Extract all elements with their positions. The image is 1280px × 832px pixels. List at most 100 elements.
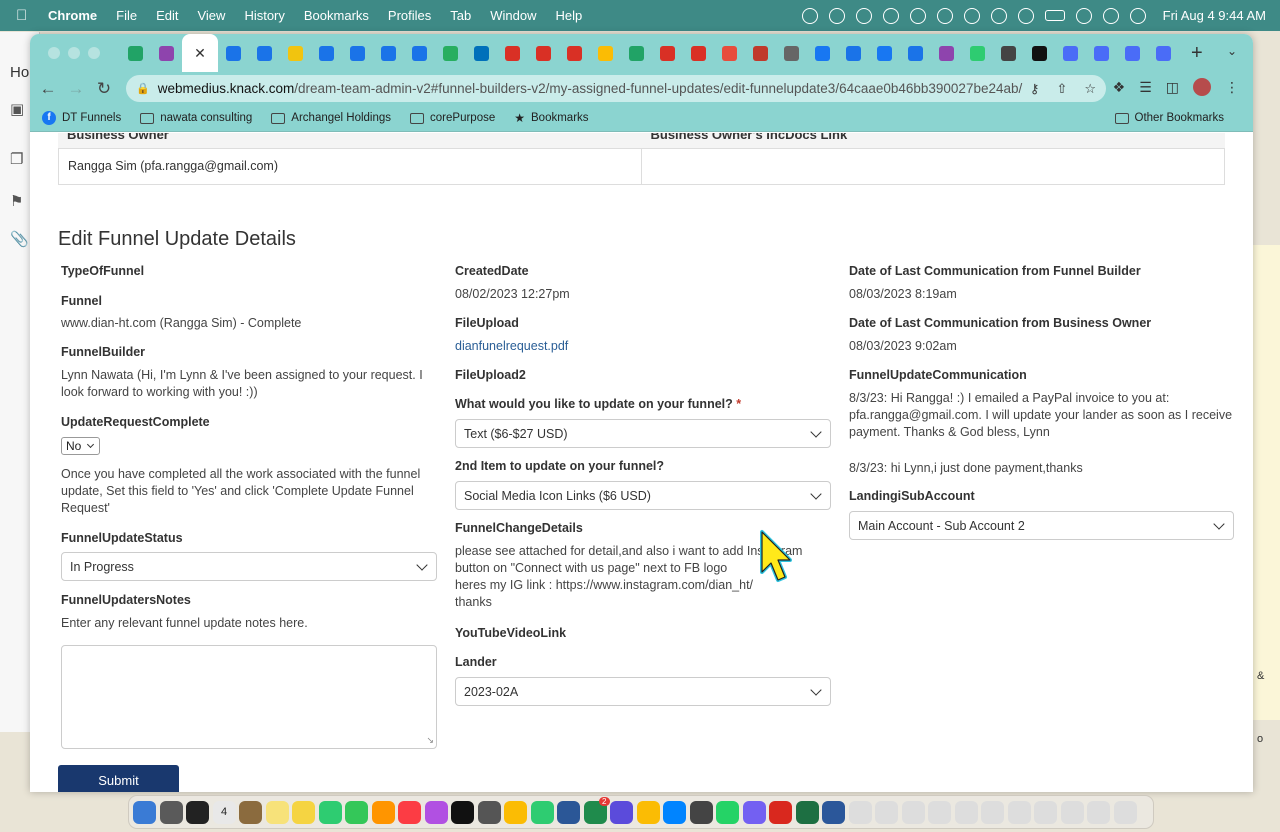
- browser-tab[interactable]: [466, 34, 497, 72]
- control-center-icon[interactable]: [1129, 7, 1146, 24]
- menu-window[interactable]: Window: [490, 8, 536, 23]
- chrome-menu-icon[interactable]: ⋮: [1225, 79, 1239, 96]
- dock-app-icon[interactable]: [239, 800, 262, 824]
- browser-tab[interactable]: [559, 34, 590, 72]
- browser-tab[interactable]: [311, 34, 342, 72]
- browser-tab[interactable]: [621, 34, 652, 72]
- dock-app-icon[interactable]: [451, 800, 474, 824]
- browser-tab[interactable]: [1024, 34, 1055, 72]
- browser-tab[interactable]: [838, 34, 869, 72]
- dock-app-icon[interactable]: [928, 800, 951, 824]
- apple-icon[interactable]: : [16, 7, 34, 24]
- play-icon[interactable]: [963, 7, 980, 24]
- calendar-icon[interactable]: 4: [212, 800, 236, 824]
- dock-app-icon[interactable]: [424, 800, 448, 824]
- url-text[interactable]: webmedius.knack.com/dream-team-admin-v2#…: [158, 81, 1023, 96]
- bookmark-corepurpose[interactable]: corePurpose: [410, 112, 495, 124]
- dock-app-icon[interactable]: [1007, 800, 1031, 824]
- browser-tab[interactable]: [404, 34, 435, 72]
- dock-app-icon[interactable]: [398, 800, 421, 824]
- browser-tab[interactable]: [249, 34, 280, 72]
- browser-tab[interactable]: [745, 34, 776, 72]
- browser-tab[interactable]: [435, 34, 466, 72]
- dock-app-icon[interactable]: [716, 800, 739, 824]
- dock-app-icon[interactable]: [1113, 800, 1137, 824]
- browser-tab[interactable]: [1117, 34, 1148, 72]
- viber-status-icon[interactable]: [828, 7, 845, 24]
- update-item-select[interactable]: Text ($6-$27 USD): [455, 419, 831, 448]
- browser-tab[interactable]: [373, 34, 404, 72]
- dock-app-icon[interactable]: [530, 800, 554, 824]
- dock-app-icon[interactable]: [610, 800, 633, 824]
- menu-edit[interactable]: Edit: [156, 8, 178, 23]
- bookmark-archangel-holdings[interactable]: Archangel Holdings: [271, 112, 391, 124]
- browser-tab[interactable]: [931, 34, 962, 72]
- dock-app-icon[interactable]: [742, 800, 766, 824]
- new-tab-button[interactable]: +: [1191, 42, 1203, 65]
- forward-arrow-icon[interactable]: →: [62, 79, 90, 99]
- menubar-clock[interactable]: Fri Aug 4 9:44 AM: [1163, 8, 1266, 23]
- menu-file[interactable]: File: [116, 8, 137, 23]
- dock-app-icon[interactable]: [663, 800, 686, 824]
- dock-app-icon[interactable]: [292, 800, 315, 824]
- update-request-complete-select[interactable]: No: [61, 437, 100, 455]
- menu-bookmarks[interactable]: Bookmarks: [304, 8, 369, 23]
- menu-history[interactable]: History: [244, 8, 284, 23]
- browser-tab[interactable]: [776, 34, 807, 72]
- dock-app-icon[interactable]: [795, 800, 819, 824]
- dark-mode-icon[interactable]: [936, 7, 953, 24]
- dock-app-icon[interactable]: [636, 800, 660, 824]
- browser-tab[interactable]: [1148, 34, 1179, 72]
- funnel-updaters-notes-textarea[interactable]: ↘: [61, 645, 437, 749]
- search-icon[interactable]: [1102, 7, 1119, 24]
- bluetooth-icon[interactable]: [1017, 7, 1034, 24]
- dock-app-icon[interactable]: [769, 800, 792, 824]
- dock-app-icon[interactable]: [159, 800, 183, 824]
- bookmark-nawata-consulting[interactable]: nawata consulting: [140, 112, 252, 124]
- funnel-update-status-select[interactable]: In Progress: [61, 552, 437, 581]
- dock-app-icon[interactable]: [477, 800, 501, 824]
- browser-tab[interactable]: [1055, 34, 1086, 72]
- menu-profiles[interactable]: Profiles: [388, 8, 431, 23]
- dock-app-icon[interactable]: [822, 800, 845, 824]
- dock-app-icon[interactable]: [186, 800, 209, 824]
- menu-tab[interactable]: Tab: [450, 8, 471, 23]
- dock-app-icon[interactable]: 2: [583, 796, 610, 824]
- dock-app-icon[interactable]: [981, 800, 1004, 824]
- menu-help[interactable]: Help: [556, 8, 583, 23]
- profile-avatar[interactable]: [1193, 78, 1211, 96]
- submit-button[interactable]: Submit: [58, 765, 179, 792]
- zoom-window-button[interactable]: [88, 47, 100, 59]
- close-tab-icon[interactable]: ✕: [194, 45, 206, 62]
- close-window-button[interactable]: [48, 47, 60, 59]
- browser-tab[interactable]: [590, 34, 621, 72]
- side-panel-icon[interactable]: ◫: [1166, 79, 1179, 96]
- dock-app-icon[interactable]: [265, 800, 289, 824]
- dock-app-icon[interactable]: [954, 800, 978, 824]
- landingi-subaccount-select[interactable]: Main Account - Sub Account 2: [849, 511, 1234, 540]
- dock-app-icon[interactable]: [318, 800, 342, 824]
- menu-app-name[interactable]: Chrome: [48, 8, 97, 23]
- browser-tab[interactable]: [280, 34, 311, 72]
- bitwarden-icon[interactable]: [909, 7, 926, 24]
- second-item-select[interactable]: Social Media Icon Links ($6 USD): [455, 481, 831, 510]
- browser-tab[interactable]: [1086, 34, 1117, 72]
- tab-search-chevron-icon[interactable]: ⌄: [1227, 44, 1237, 58]
- dock-app-icon[interactable]: [848, 800, 872, 824]
- bookmark-other[interactable]: Other Bookmarks: [1114, 112, 1224, 124]
- reading-list-icon[interactable]: ☰: [1139, 79, 1152, 96]
- brightness-icon[interactable]: [801, 7, 818, 24]
- wifi-icon[interactable]: [1075, 7, 1092, 24]
- lander-select[interactable]: 2023-02A: [455, 677, 831, 706]
- browser-tab[interactable]: [652, 34, 683, 72]
- back-arrow-icon[interactable]: ←: [34, 79, 62, 99]
- reload-icon[interactable]: ↻: [90, 79, 118, 99]
- resize-grip-icon[interactable]: ↘: [426, 735, 434, 746]
- browser-tab[interactable]: [683, 34, 714, 72]
- browser-tab[interactable]: [714, 34, 745, 72]
- browser-tab[interactable]: [900, 34, 931, 72]
- dock-app-icon[interactable]: [504, 800, 527, 824]
- dock-app-icon[interactable]: [133, 800, 156, 824]
- browser-tab[interactable]: [218, 34, 249, 72]
- extensions-puzzle-icon[interactable]: ❖: [1113, 79, 1126, 96]
